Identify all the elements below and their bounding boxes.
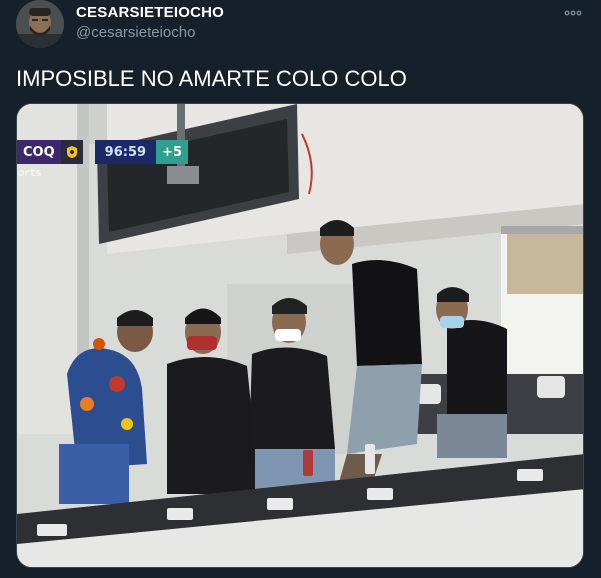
scorebug-clock: 96:59 (94, 140, 157, 164)
scorebug-sublabel: orts (17, 166, 42, 179)
scorebug-team: COQ (17, 140, 61, 164)
more-options-button[interactable] (561, 4, 585, 22)
display-name[interactable]: CESARSIETEIOCHO (76, 4, 224, 21)
avatar[interactable] (16, 0, 64, 48)
tweet: CESARSIETEIOCHO @cesarsieteiocho IMPOSIB… (0, 0, 601, 578)
scorebug: COQ 96:59 +5 (17, 140, 188, 164)
user-handle[interactable]: @cesarsieteiocho (76, 24, 195, 41)
avatar-image (16, 0, 64, 48)
tweet-media-photo[interactable]: COQ 96:59 +5 orts (16, 103, 584, 568)
tweet-text: IMPOSIBLE NO AMARTE COLO COLO (16, 66, 407, 91)
scorebug-added-time: +5 (156, 140, 188, 164)
team-crest-icon (60, 140, 83, 164)
more-horizontal-icon (564, 10, 582, 16)
stadium-photo (17, 104, 583, 567)
